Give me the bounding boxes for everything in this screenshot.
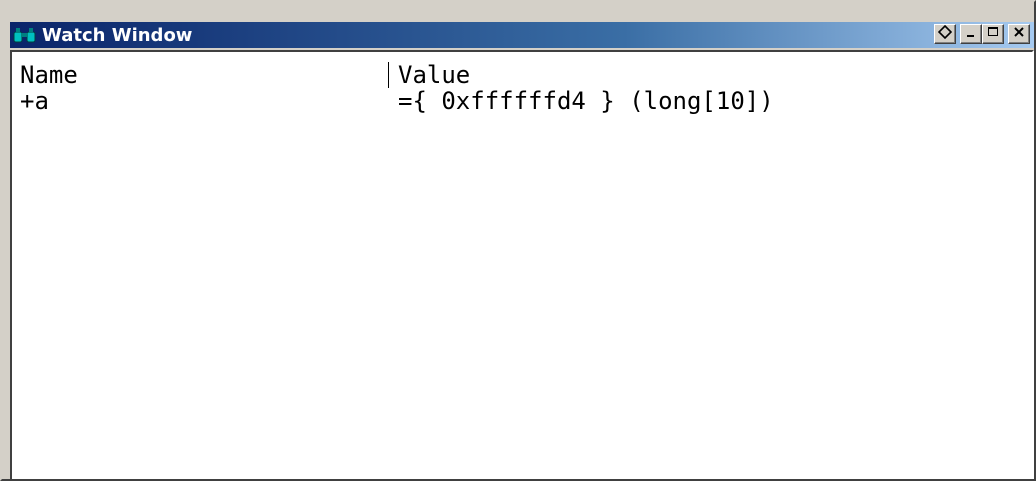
watch-list[interactable]: Name Value +a ={ 0xffffffd4 } (long[10]) — [10, 50, 1034, 479]
maximize-button[interactable] — [982, 24, 1004, 44]
close-button[interactable] — [1008, 24, 1030, 44]
window-title: Watch Window — [42, 24, 193, 46]
minimize-icon — [965, 25, 977, 43]
title-buttons — [934, 24, 1030, 44]
close-icon — [1013, 25, 1025, 43]
column-header-name[interactable]: Name — [20, 62, 78, 88]
minimize-button[interactable] — [960, 24, 982, 44]
column-header-value[interactable]: Value — [398, 62, 470, 88]
title-bar[interactable]: Watch Window — [10, 22, 1034, 48]
maximize-icon — [987, 25, 999, 43]
pin-diamond-icon — [937, 24, 953, 44]
column-divider[interactable] — [388, 62, 389, 88]
pin-button[interactable] — [934, 24, 956, 44]
watch-row-name[interactable]: +a — [20, 88, 49, 114]
binoculars-icon — [12, 23, 38, 47]
watch-row-value[interactable]: ={ 0xffffffd4 } (long[10]) — [398, 88, 774, 114]
watch-window: Watch Window Name Value +a ={0xffffffd4… — [0, 0, 1036, 481]
